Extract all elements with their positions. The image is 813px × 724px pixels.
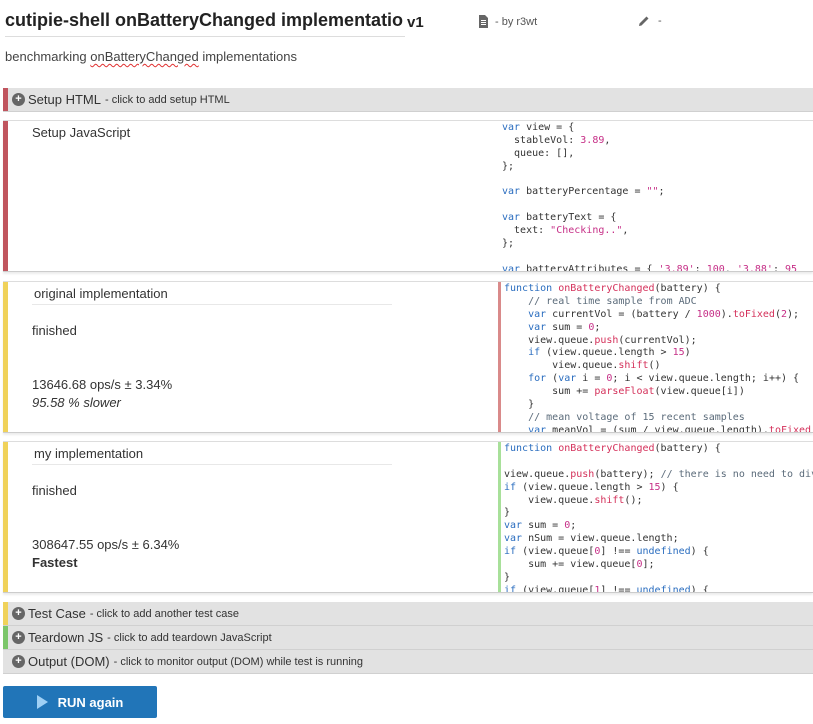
- test-ops: 308647.55 ops/s ± 6.34%: [32, 537, 180, 552]
- page-title: cutipie-shell onBatteryChanged implement…: [5, 10, 415, 30]
- code-line: if (view.queue[0] !== undefined) {: [504, 546, 709, 558]
- setup-js-stripe: [3, 121, 8, 271]
- setup-js-code-editor[interactable]: var view = { stableVol: 3.89, queue: [],…: [500, 121, 813, 271]
- setup-html-hint: - click to add setup HTML: [104, 93, 230, 106]
- teardown-hint: - click to add teardown JavaScript: [107, 631, 272, 644]
- code-line: }: [504, 507, 511, 519]
- code-line: if (view.queue.length > 15) {: [504, 481, 679, 493]
- author-text[interactable]: - by r3wt: [495, 16, 537, 28]
- test-code-editor[interactable]: function onBatteryChanged(battery) { // …: [502, 282, 813, 432]
- author-info: - by r3wt: [478, 15, 537, 28]
- edit-info[interactable]: -: [638, 15, 662, 27]
- test-case-bar[interactable]: + Test Case - click to add another test …: [3, 602, 813, 626]
- code-line: sum += view.queue[0];: [504, 559, 655, 571]
- output-label: Output (DOM): [28, 654, 110, 669]
- test-case-stripe: [3, 602, 8, 625]
- pencil-icon[interactable]: [638, 15, 650, 27]
- code-line: }: [504, 399, 535, 411]
- code-line: // real time sample from ADC: [528, 295, 697, 307]
- plus-circle-icon[interactable]: +: [12, 631, 25, 644]
- code-line: view.queue.push(battery); // there is no…: [504, 468, 813, 480]
- run-button-label: RUN again: [57, 694, 124, 710]
- output-dom-bar[interactable]: + Output (DOM) - click to monitor output…: [3, 650, 813, 674]
- test-ops: 13646.68 ops/s ± 3.34%: [32, 377, 173, 392]
- code-line: view.queue.shift(): [504, 360, 661, 372]
- document-icon: [479, 15, 488, 28]
- code-line: if (view.queue[1] !== undefined) {: [504, 584, 709, 592]
- test-panel-original: original implementation finished 13646.6…: [3, 281, 813, 433]
- version-label: v1: [404, 14, 424, 31]
- plus-circle-icon[interactable]: +: [12, 607, 25, 620]
- test-panel-mine: my implementation finished 308647.55 ops…: [3, 441, 813, 593]
- test-code-editor[interactable]: function onBatteryChanged(battery) { vie…: [502, 442, 813, 592]
- test-stripe: [3, 442, 8, 592]
- title-wrap: cutipie-shell onBatteryChanged implement…: [5, 10, 425, 34]
- setup-html-bar[interactable]: + Setup HTML - click to add setup HTML: [3, 88, 813, 112]
- code-line: if (view.queue.length > 15): [528, 347, 691, 359]
- test-title[interactable]: my implementation: [34, 446, 143, 461]
- code-line: stableVol: 3.89,: [502, 134, 611, 146]
- title-divider: [5, 36, 405, 37]
- code-line: var nSum = view.queue.length;: [504, 533, 679, 545]
- output-stripe: [3, 650, 8, 673]
- description-highlight: onBatteryChanged: [90, 49, 199, 64]
- plus-circle-icon[interactable]: +: [12, 93, 25, 106]
- teardown-stripe: [3, 626, 8, 649]
- code-line: var batteryText = {: [502, 212, 617, 224]
- code-line: queue: [],: [502, 147, 575, 159]
- code-line: }: [504, 571, 511, 583]
- description-text-end: implementations: [198, 49, 297, 64]
- code-line: var meanVol = (sum / view.queue.length).…: [528, 424, 813, 432]
- test-title-divider: [32, 464, 392, 465]
- code-line: sum += parseFloat(view.queue[i]): [504, 386, 745, 398]
- code-line: // mean voltage of 15 recent samples: [528, 411, 745, 423]
- code-line: var sum = 0;: [528, 321, 601, 333]
- teardown-bar[interactable]: + Teardown JS - click to add teardown Ja…: [3, 626, 813, 650]
- code-line: for (var i = 0; i < view.queue.length; i…: [528, 373, 800, 385]
- play-icon: [36, 695, 48, 709]
- test-title-divider: [32, 304, 392, 305]
- test-status: finished: [32, 323, 77, 338]
- code-border: [498, 282, 501, 432]
- code-line: var view = {: [502, 122, 575, 133]
- test-stripe: [3, 282, 8, 432]
- test-status: finished: [32, 483, 77, 498]
- test-case-hint: - click to add another test case: [89, 607, 239, 620]
- test-relative: Fastest: [32, 555, 78, 570]
- description: benchmarking onBatteryChanged implementa…: [5, 49, 297, 64]
- code-border: [498, 442, 501, 592]
- code-line: function onBatteryChanged(battery) {: [504, 443, 721, 454]
- code-line: text: "Checking..",: [502, 225, 629, 237]
- setup-js-panel: Setup JavaScript var view = { stableVol:…: [3, 120, 813, 272]
- setup-html-label: Setup HTML: [28, 92, 101, 107]
- description-text: benchmarking: [5, 49, 91, 64]
- test-case-label: Test Case: [28, 606, 86, 621]
- code-line: };: [502, 160, 515, 172]
- code-line: view.queue.shift();: [504, 494, 643, 506]
- edit-text: -: [658, 15, 662, 27]
- code-line: var sum = 0;: [504, 520, 577, 532]
- code-line: var batteryAttributes = { '3.89': 100, '…: [502, 263, 798, 271]
- output-hint: - click to monitor output (DOM) while te…: [113, 655, 364, 668]
- setup-html-stripe: [3, 88, 8, 111]
- run-again-button[interactable]: RUN again: [3, 686, 157, 718]
- plus-circle-icon[interactable]: +: [12, 655, 25, 668]
- header: cutipie-shell onBatteryChanged implement…: [0, 0, 813, 40]
- code-line: var currentVol = (battery / 1000).toFixe…: [528, 308, 800, 320]
- code-line: };: [502, 238, 515, 250]
- test-relative: 95.58 % slower: [32, 395, 121, 410]
- code-line: var batteryPercentage = "";: [502, 186, 665, 198]
- setup-js-label: Setup JavaScript: [32, 125, 131, 140]
- teardown-label: Teardown JS: [28, 630, 104, 645]
- code-line: view.queue.push(currentVol);: [504, 334, 697, 346]
- code-line: function onBatteryChanged(battery) {: [504, 283, 721, 294]
- test-title[interactable]: original implementation: [34, 286, 168, 301]
